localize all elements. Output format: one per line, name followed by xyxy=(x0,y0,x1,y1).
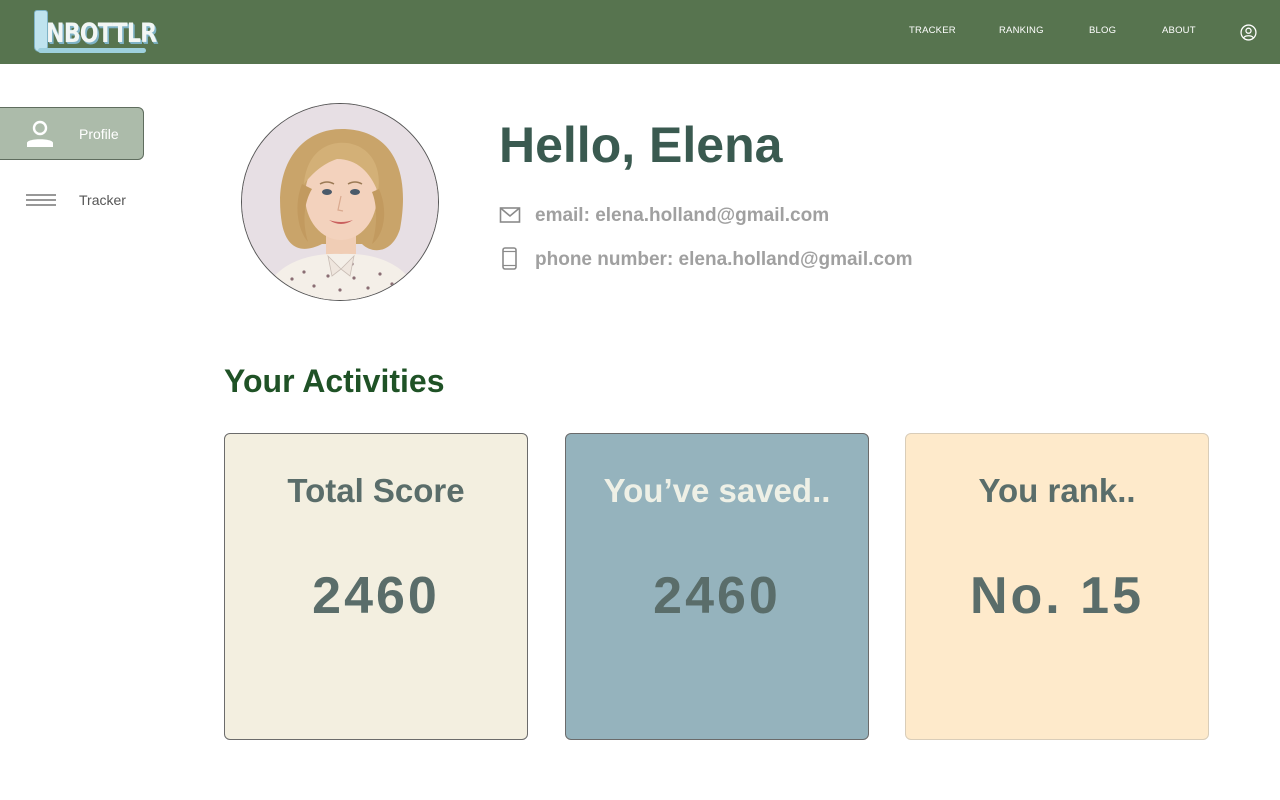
logo-text: NBOTTLR xyxy=(46,18,157,49)
person-icon xyxy=(27,120,53,147)
top-navigation-bar: NBOTTLR TRACKER RANKING BLOG ABOUT xyxy=(0,0,1280,64)
card-value: 2460 xyxy=(653,567,781,625)
card-value: 2460 xyxy=(312,567,440,625)
card-title: Total Score xyxy=(287,472,465,509)
account-circle-icon[interactable] xyxy=(1240,24,1257,41)
nav-blog[interactable]: BLOG xyxy=(1089,25,1116,36)
mail-icon xyxy=(499,207,521,223)
sidebar-item-label: Tracker xyxy=(79,192,126,208)
phone-text: phone number: elena.holland@gmail.com xyxy=(535,249,913,270)
saved-card[interactable]: You’ve saved.. 2460 xyxy=(565,433,869,740)
sidebar-item-profile[interactable]: Profile xyxy=(0,107,144,160)
logo-wave xyxy=(38,48,146,53)
section-title-activities: Your Activities xyxy=(224,363,445,399)
nav-about[interactable]: ABOUT xyxy=(1162,25,1196,36)
smartphone-icon xyxy=(502,247,517,270)
sidebar-item-tracker[interactable]: Tracker xyxy=(0,180,145,220)
list-lines-icon xyxy=(26,194,56,206)
unbottlr-logo[interactable]: NBOTTLR xyxy=(32,8,157,56)
email-text: email: elena.holland@gmail.com xyxy=(535,205,830,226)
rank-card[interactable]: You rank.. No. 15 xyxy=(905,433,1209,740)
total-score-card[interactable]: Total Score 2460 xyxy=(224,433,528,740)
card-value: No. 15 xyxy=(969,567,1145,625)
page-title: Hello, Elena xyxy=(499,117,783,173)
nav-tracker[interactable]: TRACKER xyxy=(909,25,956,36)
card-title: You rank.. xyxy=(978,472,1136,509)
avatar xyxy=(241,103,439,301)
sidebar-item-label: Profile xyxy=(79,126,119,142)
nav-ranking[interactable]: RANKING xyxy=(999,25,1044,36)
card-title: You’ve saved.. xyxy=(603,472,831,509)
